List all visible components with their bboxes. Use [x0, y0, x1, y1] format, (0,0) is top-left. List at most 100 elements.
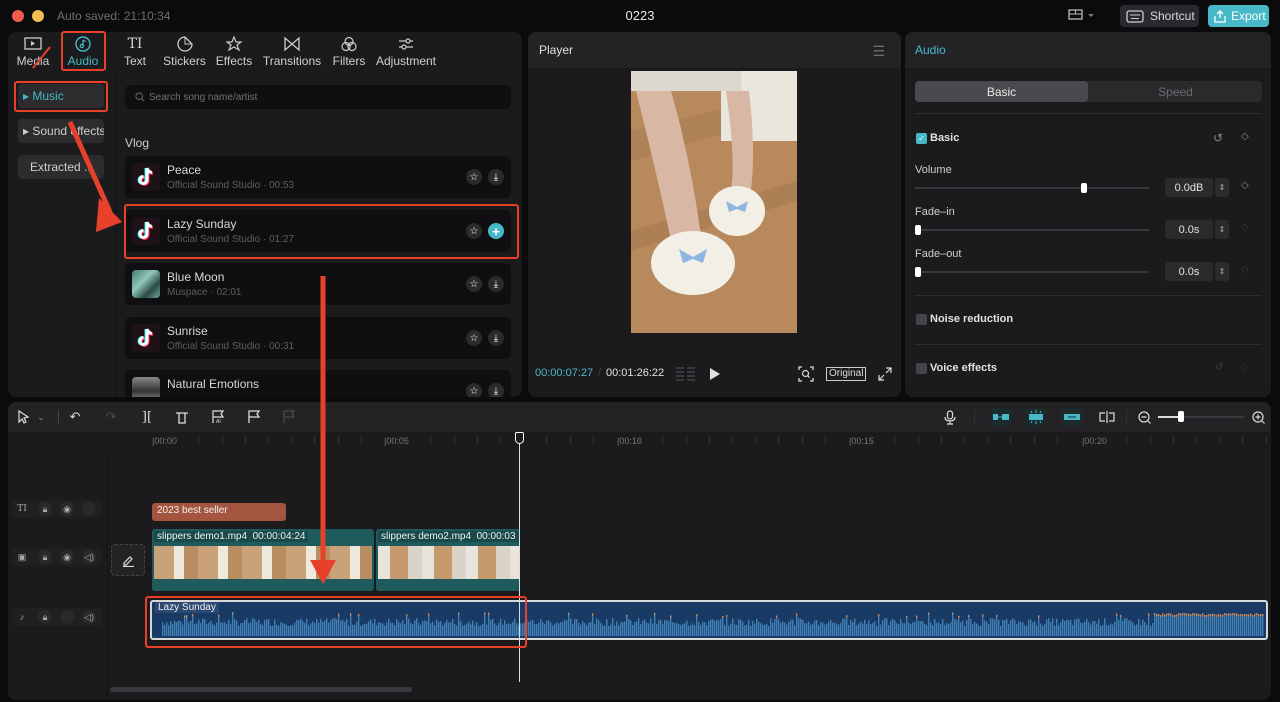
lock-icon[interactable]: 🔒︎	[38, 610, 52, 624]
download-icon[interactable]: ⤓	[488, 383, 504, 397]
zoom-preview-icon[interactable]	[798, 366, 814, 385]
tab-media[interactable]: Media	[14, 34, 52, 70]
linkage-icon[interactable]	[1062, 408, 1082, 426]
waveform-bar	[1246, 614, 1248, 636]
waveform-bar	[832, 622, 834, 636]
layout-button[interactable]	[1068, 8, 1098, 24]
lock-icon[interactable]: 🔒︎	[38, 550, 52, 564]
tab-transitions[interactable]: Transitions	[263, 34, 321, 70]
text-clip[interactable]: 2023 best seller	[152, 503, 286, 521]
video-clip[interactable]: slippers demo2.mp4 00:00:03	[376, 529, 520, 591]
select-tool-icon[interactable]	[16, 408, 32, 426]
waveform-peak	[1200, 614, 1202, 617]
voice-effects-checkbox[interactable]	[916, 363, 927, 374]
shortcut-button[interactable]: Shortcut	[1120, 5, 1199, 27]
video-preview[interactable]	[631, 71, 797, 333]
fade-out-label: Fade–out	[915, 248, 962, 260]
search-box[interactable]	[125, 85, 511, 109]
timeline-scrollbar[interactable]	[110, 687, 412, 692]
waveform-peak	[1178, 613, 1180, 616]
preview-axis-icon[interactable]	[1026, 408, 1046, 426]
waveform-bar	[1172, 614, 1174, 636]
waveform-bar	[1046, 619, 1048, 636]
waveform-bar	[568, 612, 570, 636]
video-clip[interactable]: slippers demo1.mp4 00:00:04:24	[152, 529, 374, 591]
fade-out-stepper[interactable]: ⇕	[1215, 262, 1229, 281]
export-button[interactable]: Export	[1208, 5, 1269, 27]
waveform-bar	[1234, 613, 1236, 636]
eye-icon[interactable]: ◉	[60, 550, 74, 564]
zoom-in-icon[interactable]	[1250, 408, 1266, 426]
speaker-icon[interactable]: ◁)	[82, 610, 96, 624]
player-title: Player	[539, 43, 574, 57]
fade-out-slider-thumb[interactable]	[915, 267, 921, 277]
sidebar-item-sound-effects[interactable]: ▸ Sound effects	[18, 119, 104, 143]
fade-in-slider[interactable]	[915, 229, 1149, 231]
eye-icon[interactable]: ◉	[60, 502, 74, 516]
lock-icon[interactable]: 🔒︎	[38, 502, 52, 516]
noise-reduction-checkbox[interactable]	[916, 314, 927, 325]
ruler-tick	[1033, 437, 1035, 443]
ruler-tick	[732, 437, 733, 443]
sidebar-item-extracted[interactable]: Extracted ...	[18, 155, 104, 179]
menu-icon[interactable]: ☰	[872, 43, 885, 60]
fade-out-value-field[interactable]: 0.0s	[1165, 262, 1213, 281]
download-icon[interactable]: ⤓	[488, 169, 504, 185]
speaker-icon[interactable]: ◁)	[82, 550, 96, 564]
zoom-out-icon[interactable]	[1136, 408, 1152, 426]
volume-keyframe-icon[interactable]: ◇	[1241, 180, 1249, 191]
waveform-bar	[890, 620, 892, 636]
timeline-panel: ⌄ ↶ ↷ ][ AI |00:00 |00:05 |00:10 |00:15 …	[8, 402, 1271, 700]
search-input[interactable]	[149, 91, 449, 103]
waveform-bar	[814, 620, 816, 636]
marker-flag-icon[interactable]	[245, 408, 263, 426]
split-screen-icon[interactable]	[1098, 408, 1116, 426]
select-dropdown-icon[interactable]: ⌄	[36, 408, 46, 426]
reset-icon[interactable]: ↺	[1213, 131, 1223, 145]
tab-basic[interactable]: Basic	[915, 81, 1088, 102]
volume-slider-thumb[interactable]	[1081, 183, 1088, 193]
volume-slider[interactable]	[915, 187, 1149, 189]
tab-stickers[interactable]: Stickers	[162, 34, 207, 70]
timeline-zoom-thumb[interactable]	[1178, 411, 1185, 422]
download-icon[interactable]: ⤓	[488, 276, 504, 292]
waveform-bar	[904, 623, 906, 636]
tab-speed[interactable]: Speed	[1089, 81, 1262, 102]
keyframe-diamond-icon[interactable]: ◇	[1241, 131, 1249, 142]
waveform-bar	[554, 623, 556, 636]
fade-in-slider-thumb[interactable]	[915, 225, 921, 235]
fade-in-value-field[interactable]: 0.0s	[1165, 220, 1213, 239]
song-item[interactable]: Sunrise Official Sound Studio · 00:31 ☆ …	[125, 317, 511, 359]
ratio-button[interactable]: Original	[826, 367, 867, 381]
song-item[interactable]: Natural Emotions ☆ ⤓	[125, 370, 511, 397]
volume-stepper[interactable]: ⇕	[1215, 178, 1229, 197]
tab-adjustment[interactable]: Adjustment	[376, 34, 436, 70]
play-button[interactable]	[709, 367, 721, 384]
tab-text[interactable]: TI Text	[117, 34, 153, 70]
waveform-peak	[1208, 614, 1210, 617]
basic-checkbox[interactable]: ✓	[916, 133, 927, 144]
microphone-icon[interactable]	[942, 408, 958, 426]
favorite-star-icon[interactable]: ☆	[466, 276, 482, 292]
download-icon[interactable]: ⤓	[488, 330, 504, 346]
delete-icon[interactable]	[173, 408, 191, 426]
timeline-ruler[interactable]: |00:00 |00:05 |00:10 |00:15 |00:20	[8, 432, 1271, 452]
auto-snap-icon[interactable]	[991, 408, 1011, 426]
waveform-bar	[1176, 614, 1178, 636]
volume-value-field[interactable]: 0.0dB	[1165, 178, 1213, 197]
undo-icon[interactable]: ↶	[66, 408, 84, 426]
edit-cover-button[interactable]	[111, 544, 145, 576]
ai-marker-icon[interactable]: AI	[209, 408, 227, 426]
favorite-star-icon[interactable]: ☆	[466, 330, 482, 346]
playhead-handle[interactable]	[515, 432, 524, 444]
favorite-star-icon[interactable]: ☆	[466, 169, 482, 185]
fade-in-stepper[interactable]: ⇕	[1215, 220, 1229, 239]
tab-filters[interactable]: Filters	[331, 34, 367, 70]
fullscreen-icon[interactable]	[878, 367, 892, 384]
song-item[interactable]: Peace Official Sound Studio · 00:53 ☆ ⤓	[125, 156, 511, 198]
tab-effects[interactable]: Effects	[215, 34, 253, 70]
fade-out-slider[interactable]	[915, 271, 1149, 273]
favorite-star-icon[interactable]: ☆	[466, 383, 482, 397]
split-icon[interactable]: ][	[138, 408, 156, 426]
song-item[interactable]: Blue Moon Muspace · 02:01 ☆ ⤓	[125, 263, 511, 305]
